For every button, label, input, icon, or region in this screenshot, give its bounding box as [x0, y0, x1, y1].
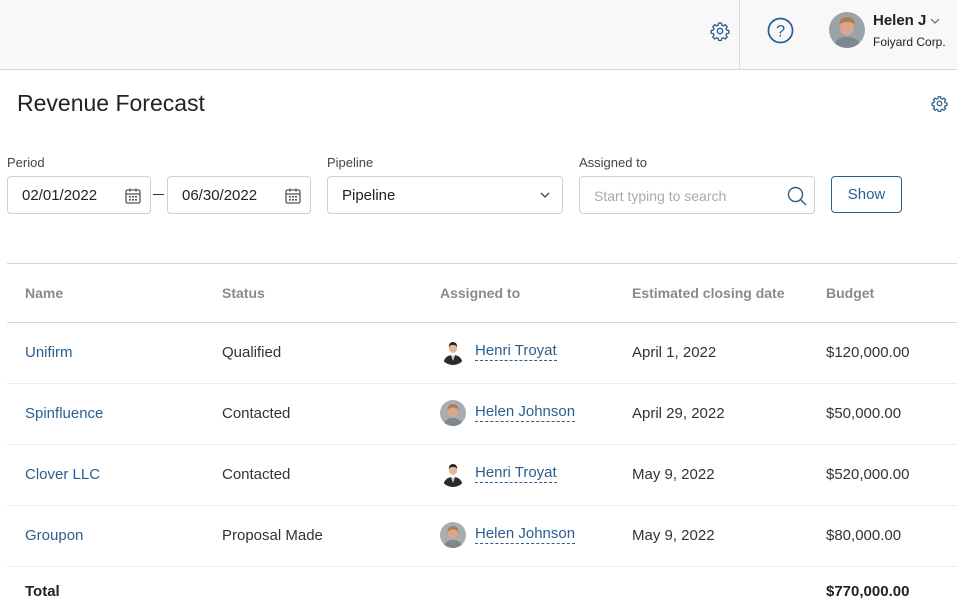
- table-row: Unifirm Qualified Henri Troyat April 1, 202…: [7, 323, 957, 384]
- user-avatar[interactable]: [829, 12, 865, 48]
- assignee-link[interactable]: Henri Troyat: [475, 342, 557, 361]
- help-icon[interactable]: ?: [767, 17, 794, 44]
- chevron-down-icon[interactable]: [929, 15, 941, 27]
- company-name: Foiyard Corp.: [873, 35, 946, 49]
- top-bar: ? Helen J Foiyard Corp.: [0, 0, 957, 70]
- assignee-link[interactable]: Henri Troyat: [475, 464, 557, 483]
- chevron-down-icon: [540, 192, 550, 198]
- budget-value: $80,000.00: [826, 527, 902, 544]
- header-status[interactable]: Status: [222, 285, 265, 301]
- search-icon[interactable]: [786, 185, 808, 207]
- table-header: Name Status Assigned to Estimated closin…: [7, 263, 957, 323]
- calendar-icon[interactable]: [124, 187, 142, 205]
- date-from-value: 02/01/2022: [22, 187, 98, 204]
- assignee-avatar: [440, 400, 466, 426]
- pipeline-label: Pipeline: [327, 155, 374, 170]
- header-assigned-to[interactable]: Assigned to: [440, 285, 520, 301]
- date-range-separator: [153, 194, 164, 195]
- total-row: Total $770,000.00: [7, 567, 957, 611]
- svg-text:?: ?: [776, 22, 785, 40]
- closing-date: April 29, 2022: [632, 405, 725, 422]
- assignee-avatar: [440, 461, 466, 487]
- header-estimated-closing-date[interactable]: Estimated closing date: [632, 285, 784, 301]
- assignee-avatar: [440, 522, 466, 548]
- deal-name-link[interactable]: Groupon: [25, 527, 83, 544]
- total-label: Total: [25, 583, 60, 600]
- budget-value: $50,000.00: [826, 405, 902, 422]
- assigned-to-search-input[interactable]: Start typing to search: [579, 176, 815, 214]
- table-row: Groupon Proposal Made Helen Johnson May 9, …: [7, 506, 957, 567]
- assignee-avatar: [440, 339, 466, 365]
- deal-name-link[interactable]: Spinfluence: [25, 405, 103, 422]
- deal-status: Qualified: [222, 344, 282, 361]
- table-row: Spinfluence Contacted Helen Johnson April 2…: [7, 384, 957, 445]
- date-to-value: 06/30/2022: [182, 187, 258, 204]
- assigned-to-label: Assigned to: [579, 155, 647, 170]
- header-budget[interactable]: Budget: [826, 285, 874, 301]
- assignee-link[interactable]: Helen Johnson: [475, 525, 576, 544]
- budget-value: $520,000.00: [826, 466, 910, 483]
- show-button[interactable]: Show: [831, 176, 902, 213]
- closing-date: April 1, 2022: [632, 344, 717, 361]
- page-title: Revenue Forecast: [17, 90, 205, 116]
- total-value: $770,000.00: [826, 583, 910, 600]
- deal-name-link[interactable]: Unifirm: [25, 344, 73, 361]
- date-from-field[interactable]: 02/01/2022: [7, 176, 151, 214]
- forecast-table: Name Status Assigned to Estimated closin…: [7, 263, 957, 611]
- topbar-divider: [739, 0, 740, 69]
- user-name[interactable]: Helen J: [873, 12, 926, 29]
- period-label: Period: [7, 155, 45, 170]
- pipeline-select[interactable]: Pipeline: [327, 176, 563, 214]
- header-name[interactable]: Name: [25, 285, 63, 301]
- deal-status: Proposal Made: [222, 527, 323, 544]
- page-settings-gear-icon[interactable]: [931, 95, 948, 112]
- calendar-icon[interactable]: [284, 187, 302, 205]
- settings-gear-icon[interactable]: [710, 21, 730, 41]
- closing-date: May 9, 2022: [632, 527, 715, 544]
- closing-date: May 9, 2022: [632, 466, 715, 483]
- budget-value: $120,000.00: [826, 344, 910, 361]
- deal-status: Contacted: [222, 466, 291, 483]
- assignee-link[interactable]: Helen Johnson: [475, 403, 576, 422]
- pipeline-value: Pipeline: [342, 187, 396, 204]
- deal-name-link[interactable]: Clover LLC: [25, 466, 100, 483]
- table-row: Clover LLC Contacted Henri Troyat May 9, 20…: [7, 445, 957, 506]
- assigned-to-placeholder: Start typing to search: [594, 188, 727, 204]
- date-to-field[interactable]: 06/30/2022: [167, 176, 311, 214]
- deal-status: Contacted: [222, 405, 291, 422]
